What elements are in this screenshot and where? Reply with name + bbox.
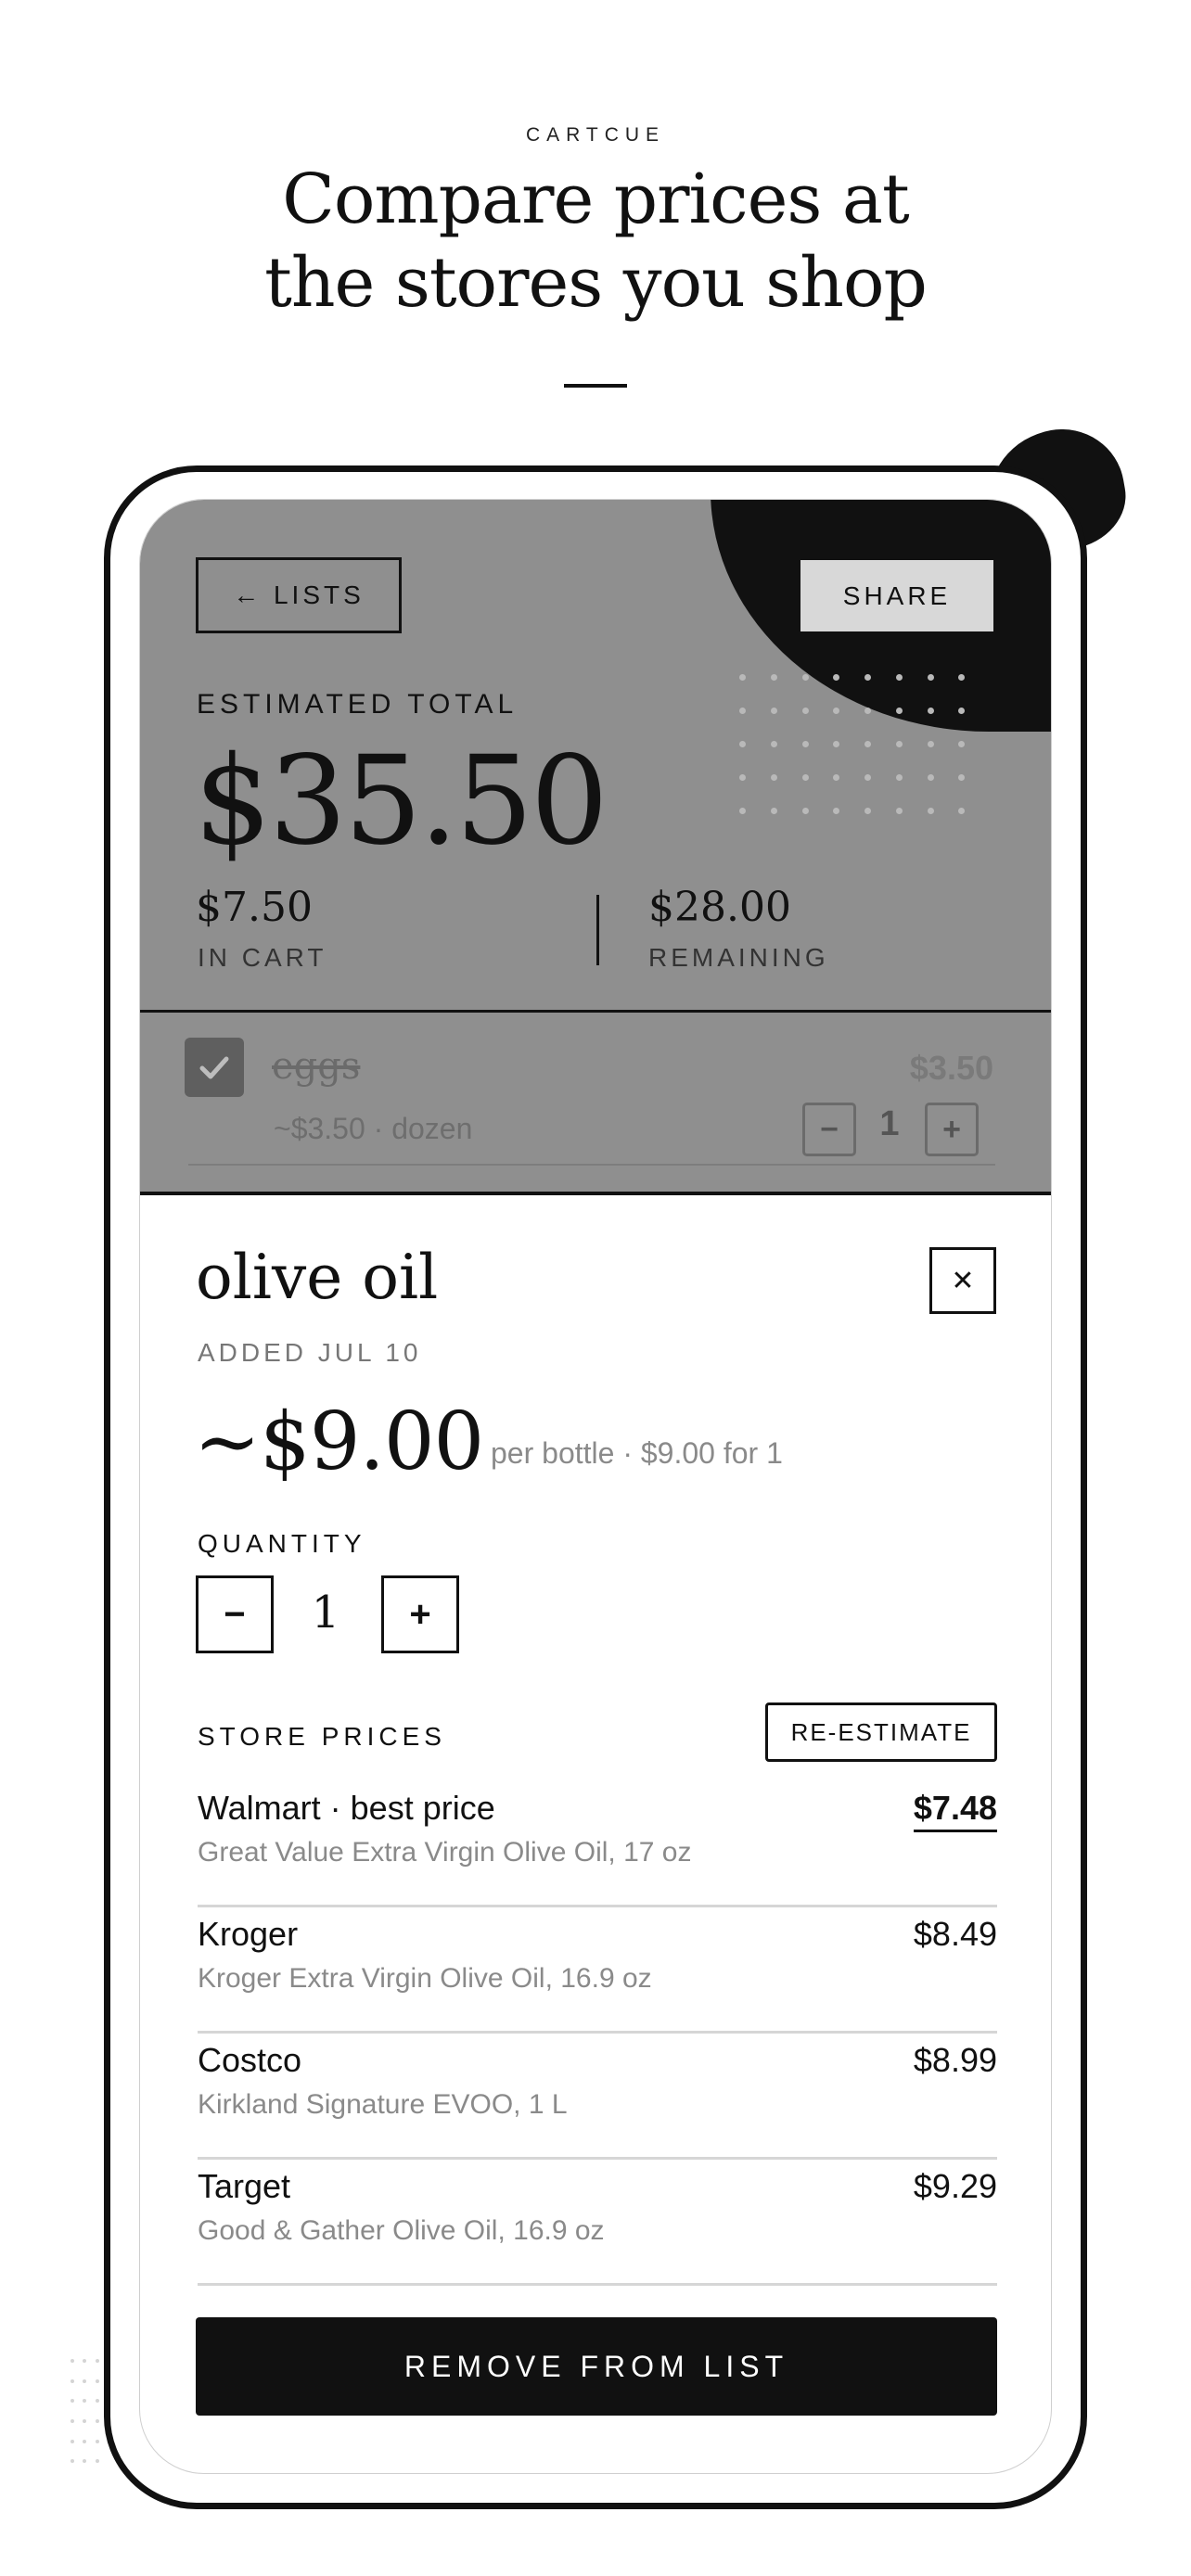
cart-item-increment-button[interactable]: + (925, 1103, 979, 1156)
headline: Compare prices at the stores you shop (0, 158, 1191, 325)
cart-item-name[interactable]: eggs (272, 1045, 360, 1088)
cart-item-decrement-button[interactable]: − (802, 1103, 856, 1156)
close-icon: ✕ (951, 1265, 975, 1296)
store-price: $9.29 (913, 2167, 997, 2205)
sheet-top-border (140, 1192, 1051, 1195)
added-date: ADDED JUL 10 (198, 1338, 422, 1367)
share-button[interactable]: SHARE (800, 560, 993, 631)
store-row-costco[interactable]: Costco Kirkland Signature EVOO, 1 L $8.9… (198, 2034, 997, 2160)
estimated-item-price: ~$9.00 (194, 1396, 484, 1488)
estimated-total-label: ESTIMATED TOTAL (197, 689, 519, 720)
minus-icon: − (224, 1593, 246, 1635)
headline-line-1: Compare prices at (282, 159, 910, 239)
remove-from-list-button[interactable]: REMOVE FROM LIST (196, 2317, 997, 2416)
cart-item-meta: ~$3.50 · dozen (274, 1112, 473, 1145)
store-row-walmart[interactable]: Walmart · best price Great Value Extra V… (198, 1781, 997, 1907)
store-row-kroger[interactable]: Kroger Kroger Extra Virgin Olive Oil, 16… (198, 1907, 997, 2034)
store-product: Kirkland Signature EVOO, 1 L (198, 2089, 568, 2120)
price-note: per bottle · $9.00 for 1 (491, 1436, 783, 1470)
cart-item-quantity: 1 (879, 1104, 900, 1143)
cart-item-divider (188, 1164, 995, 1166)
headline-line-2: the stores you shop (264, 243, 928, 323)
quantity-value: 1 (311, 1587, 340, 1639)
plus-icon: + (942, 1111, 961, 1147)
cart-item-price: $3.50 (909, 1049, 993, 1087)
quantity-decrement-button[interactable]: − (196, 1575, 274, 1653)
store-product: Kroger Extra Virgin Olive Oil, 16.9 oz (198, 1963, 652, 1994)
summary-divider (596, 895, 599, 965)
quantity-increment-button[interactable]: + (381, 1575, 459, 1653)
store-name: Costco (198, 2041, 302, 2079)
close-button[interactable]: ✕ (929, 1247, 996, 1314)
estimated-total-value: $35.50 (194, 730, 608, 873)
header-divider (140, 1010, 1051, 1013)
app-screen: ← LISTS SHARE ESTIMATED TOTAL $35.50 $7.… (139, 499, 1052, 2474)
minus-icon: − (820, 1111, 839, 1147)
dot-pattern (739, 674, 990, 823)
store-price: $8.49 (913, 1915, 997, 1953)
back-to-lists-button[interactable]: ← LISTS (196, 557, 402, 633)
store-name: Kroger (198, 1915, 299, 1953)
headline-divider (564, 384, 627, 388)
in-cart-label: IN CART (198, 943, 327, 972)
in-cart-amount: $7.50 (196, 884, 313, 931)
store-product: Great Value Extra Virgin Olive Oil, 17 o… (198, 1837, 692, 1868)
item-checkbox[interactable] (185, 1038, 244, 1097)
remaining-label: REMAINING (648, 943, 829, 972)
quantity-label: QUANTITY (198, 1529, 366, 1558)
page: CARTCUE Compare prices at the stores you… (0, 0, 1191, 2576)
store-product: Good & Gather Olive Oil, 16.9 oz (198, 2215, 605, 2246)
remaining-amount: $28.00 (648, 884, 791, 931)
store-name: Target (198, 2167, 291, 2205)
brand-label: CARTCUE (525, 124, 666, 146)
checkmark-icon (199, 1056, 229, 1079)
plus-icon: + (409, 1593, 431, 1635)
store-row-target[interactable]: Target Good & Gather Olive Oil, 16.9 oz … (198, 2160, 997, 2286)
store-prices-label: STORE PRICES (198, 1722, 446, 1751)
list-header: ← LISTS SHARE ESTIMATED TOTAL $35.50 $7.… (140, 500, 1051, 1195)
re-estimate-button[interactable]: RE-ESTIMATE (765, 1702, 997, 1762)
store-price-best: $7.48 (913, 1789, 997, 1832)
side-dot-pattern (70, 2359, 108, 2470)
store-name: Walmart · best price (198, 1789, 495, 1827)
store-price: $8.99 (913, 2041, 997, 2079)
item-title: olive oil (196, 1242, 439, 1313)
